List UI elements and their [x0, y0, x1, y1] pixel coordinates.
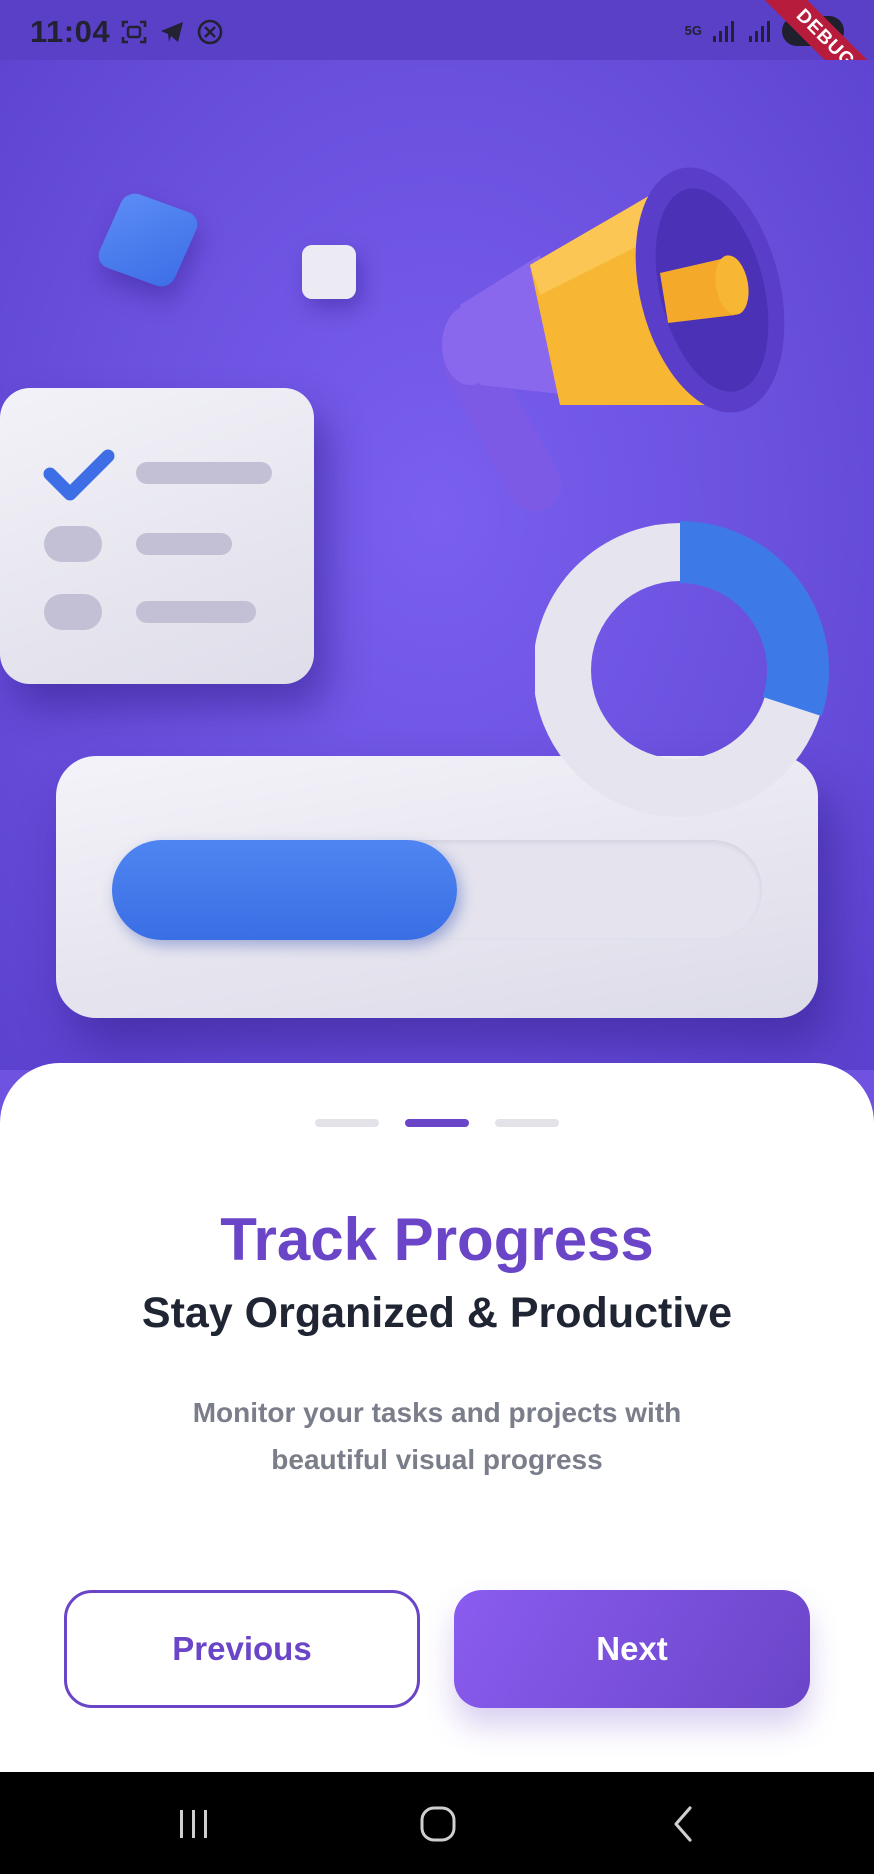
page-indicator: [0, 1119, 874, 1127]
home-icon[interactable]: [408, 1794, 468, 1854]
progress-track: [112, 840, 762, 940]
page-dot: [315, 1119, 379, 1127]
signal-icon: [746, 17, 774, 45]
status-bar: 11:04 5G 80 DEBUG: [0, 0, 874, 117]
signal-icon: [710, 17, 738, 45]
page-description: Monitor your tasks and projects with bea…: [192, 1397, 682, 1475]
page-title: Track Progress: [220, 1206, 654, 1273]
page-dot: [495, 1119, 559, 1127]
checklist-card: [0, 388, 314, 684]
status-notification-icons: [120, 18, 224, 46]
blocked-icon: [196, 18, 224, 46]
previous-button[interactable]: Previous: [64, 1590, 420, 1708]
recent-apps-icon[interactable]: [164, 1794, 224, 1854]
screenshot-icon: [120, 18, 148, 46]
telegram-icon: [158, 18, 186, 46]
status-time: 11:04: [30, 14, 111, 49]
system-navigation-bar: [0, 1772, 874, 1874]
megaphone-icon: [430, 145, 830, 530]
checklist-line: [136, 533, 232, 555]
next-button[interactable]: Next: [454, 1590, 810, 1708]
hero-illustration: [0, 60, 874, 1070]
page-subtitle: Stay Organized & Productive: [141, 1289, 733, 1337]
checklist-line: [136, 462, 272, 484]
onboarding-sheet: Track Progress Stay Organized & Producti…: [0, 1063, 874, 1773]
onboarding-screen: 11:04 5G 80 DEBUG: [0, 0, 874, 1874]
checklist-line: [136, 601, 256, 623]
donut-chart-icon: [531, 510, 855, 835]
checklist-bullet: [44, 594, 102, 630]
progress-fill: [112, 840, 457, 940]
checklist-bullet: [44, 526, 102, 562]
cube-icon: [94, 189, 202, 291]
checkmark-icon: [42, 448, 116, 509]
page-dot-active: [405, 1119, 469, 1127]
network-type-label: 5G: [684, 23, 702, 38]
back-icon[interactable]: [654, 1794, 714, 1854]
square-decoration: [302, 245, 356, 299]
